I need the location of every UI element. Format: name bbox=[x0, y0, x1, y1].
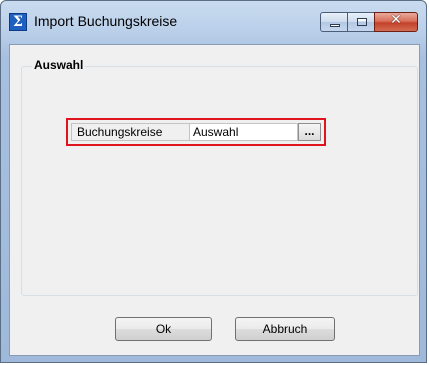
selection-groupbox: Auswahl Buchungskreise Auswahl ... bbox=[21, 58, 418, 296]
browse-button[interactable]: ... bbox=[298, 123, 321, 141]
maximize-button[interactable] bbox=[347, 12, 375, 32]
maximize-icon bbox=[357, 18, 367, 26]
highlight-frame: Buchungskreise Auswahl ... bbox=[66, 118, 326, 146]
group-title: Auswahl bbox=[32, 58, 86, 72]
cancel-button[interactable]: Abbruch bbox=[235, 317, 335, 341]
window-controls: ✕ bbox=[320, 12, 418, 34]
dialog-client-area: Auswahl Buchungskreise Auswahl ... Ok Ab… bbox=[9, 44, 420, 356]
sigma-icon: Σ bbox=[9, 13, 27, 31]
minimize-button[interactable] bbox=[320, 12, 348, 32]
window-title: Import Buchungskreise bbox=[34, 13, 178, 29]
buchungskreise-field-row: Buchungskreise Auswahl ... bbox=[71, 123, 321, 141]
buchungskreise-input[interactable]: Auswahl bbox=[190, 123, 298, 141]
minimize-icon bbox=[330, 24, 340, 27]
title-bar[interactable]: Σ Import Buchungskreise ✕ bbox=[1, 1, 426, 39]
dialog-window: Σ Import Buchungskreise ✕ Auswahl Buchun… bbox=[0, 0, 427, 363]
close-icon: ✕ bbox=[390, 12, 402, 28]
buchungskreise-label: Buchungskreise bbox=[71, 123, 190, 141]
ok-button[interactable]: Ok bbox=[115, 317, 212, 341]
close-button[interactable]: ✕ bbox=[374, 12, 418, 32]
